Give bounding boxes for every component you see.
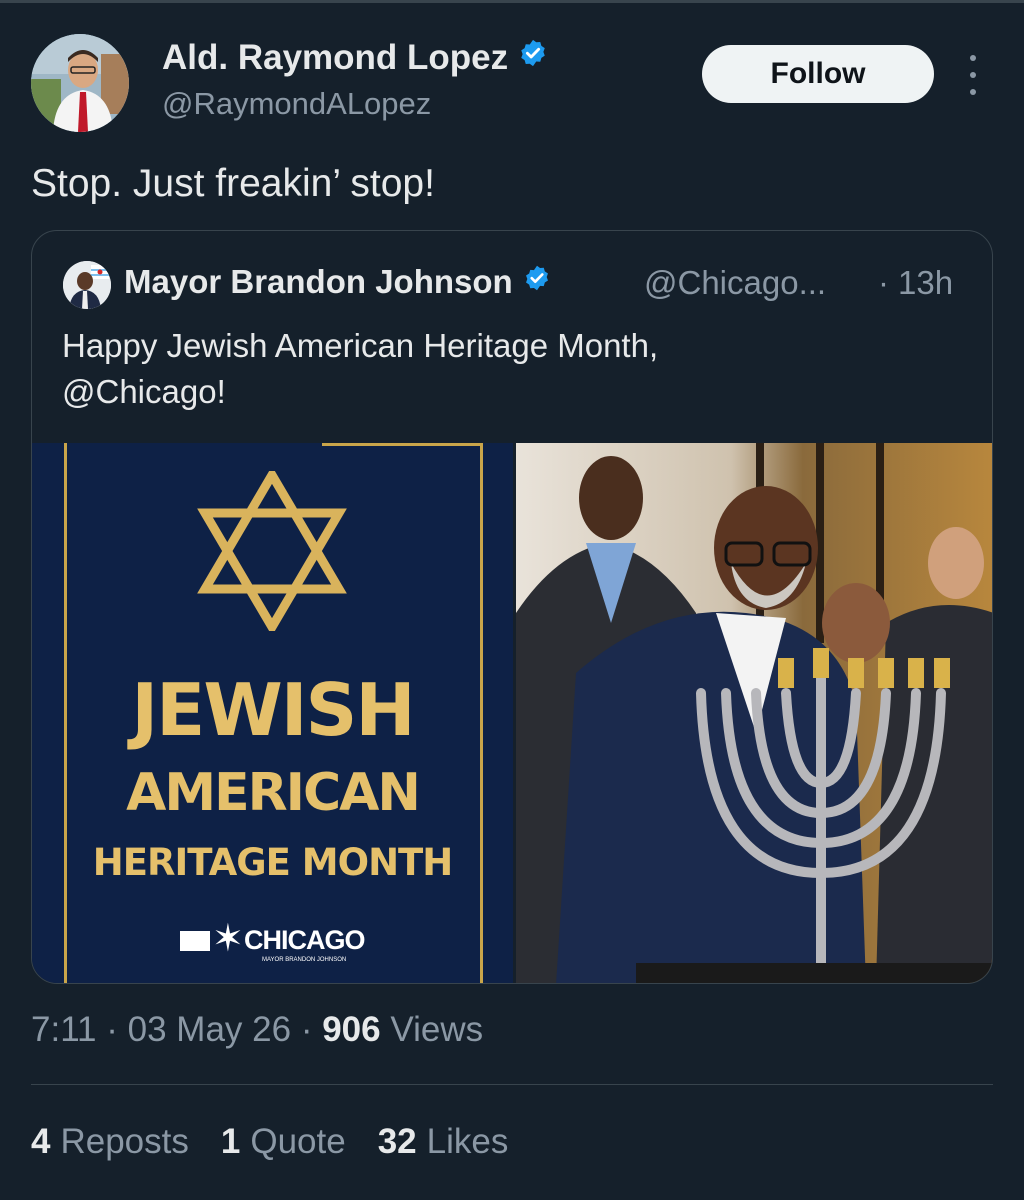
graphic-line-jewish: JEWISH <box>131 668 415 752</box>
engagement-stats: 4 Reposts 1 Quote 32 Likes <box>31 1122 508 1162</box>
star-of-david-icon <box>197 471 347 631</box>
author-avatar[interactable] <box>31 34 129 132</box>
divider <box>31 1084 993 1085</box>
chicago-logo: ✶ CHICAGO MAYOR BRANDON JOHNSON <box>180 919 380 965</box>
views-count: 906 <box>322 1010 381 1049</box>
reposts-stat[interactable]: 4 Reposts <box>31 1122 189 1162</box>
graphic-line-heritage-month: HERITAGE MONTH <box>92 841 453 884</box>
graphic-line-american: AMERICAN <box>126 763 421 823</box>
tweet-time: 7:11 <box>31 1010 97 1049</box>
author-name[interactable]: Ald. Raymond Lopez <box>162 38 548 80</box>
quoted-author-handle[interactable]: @Chicago... <box>644 264 826 302</box>
likes-stat[interactable]: 32 Likes <box>378 1122 509 1162</box>
quoted-tweet-text: Happy Jewish American Heritage Month, @C… <box>62 327 659 410</box>
gold-border-top <box>322 443 480 446</box>
menorah-lighting-photo[interactable] <box>516 443 992 983</box>
more-options-icon[interactable] <box>962 55 984 95</box>
top-border <box>0 0 1024 3</box>
heritage-month-graphic[interactable]: JEWISH AMERICAN HERITAGE MONTH ✶ CHICAGO… <box>32 443 513 983</box>
verified-badge-icon <box>518 37 548 77</box>
tweet-date: 03 May 26 <box>127 1010 292 1049</box>
quoted-timestamp[interactable]: 13h <box>898 264 953 302</box>
quoted-verified-badge-icon <box>523 262 551 300</box>
author-handle[interactable]: @RaymondALopez <box>162 86 431 122</box>
quoted-time-separator: · <box>878 264 889 301</box>
tweet-text: Stop. Just freakin’ stop! <box>31 162 435 205</box>
tweet-meta: 7:11 · 03 May 26 · 906 Views <box>31 1010 484 1049</box>
quoted-author-name[interactable]: Mayor Brandon Johnson <box>124 263 551 303</box>
views-label: Views <box>390 1010 484 1049</box>
follow-button[interactable]: Follow <box>702 45 934 103</box>
quotes-stat[interactable]: 1 Quote <box>221 1122 346 1162</box>
quoted-author-avatar[interactable] <box>63 261 111 309</box>
quoted-tweet-card[interactable]: Mayor Brandon Johnson @Chicago... · 13h … <box>31 230 993 984</box>
